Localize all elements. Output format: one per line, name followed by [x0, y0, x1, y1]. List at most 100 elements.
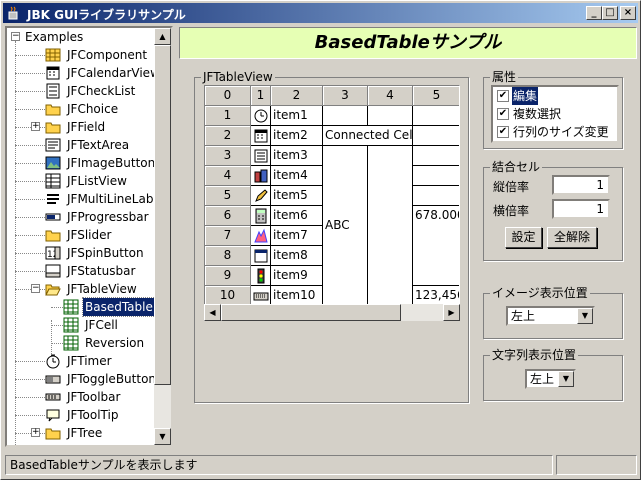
status-bar: BasedTableサンプルを表示します	[5, 455, 553, 475]
table-cell[interactable]	[413, 126, 459, 146]
minimize-button[interactable]: _	[586, 6, 602, 20]
table-cell[interactable]: item4	[271, 166, 323, 186]
table-cell[interactable]: item6	[271, 206, 323, 226]
dropdown-arrow-icon[interactable]: ▼	[577, 308, 593, 324]
table-cell[interactable]: item8	[271, 246, 323, 266]
table-cell[interactable]	[413, 186, 459, 206]
attributes-legend: 属性	[490, 70, 519, 84]
table-cell-icon[interactable]	[251, 166, 271, 186]
close-button[interactable]: ×	[620, 6, 636, 20]
row-header[interactable]: 2	[205, 126, 251, 146]
tree-node-label: JFMultiLineLabel	[67, 192, 155, 206]
pencil-icon	[253, 188, 269, 204]
dropdown-arrow-icon[interactable]: ▼	[558, 371, 574, 387]
checkbox-edit[interactable]: ✔ 編集	[495, 87, 617, 105]
row-header[interactable]: 3	[205, 146, 251, 166]
check-icon[interactable]: ✔	[497, 126, 509, 138]
check-icon[interactable]: ✔	[497, 108, 509, 120]
table-cell[interactable]: item9	[271, 266, 323, 286]
table-cell[interactable]: 123,456	[413, 286, 459, 306]
check-icon[interactable]: ✔	[497, 90, 509, 102]
examples-tree[interactable]: − Examples JFComponent JFCalendarView JFCh…	[7, 28, 155, 445]
table-cell-icon[interactable]	[251, 106, 271, 126]
textarea-icon	[45, 137, 61, 153]
scroll-down-arrow-icon[interactable]: ▼	[154, 428, 171, 445]
table-cell[interactable]	[413, 146, 459, 166]
books-icon	[253, 168, 269, 184]
table-cell[interactable]: item1	[271, 106, 323, 126]
column-header[interactable]: 0	[205, 86, 251, 106]
checkbox-resize[interactable]: ✔ 行列のサイズ変更	[495, 123, 617, 141]
table-cell-icon[interactable]	[251, 286, 271, 306]
table-cell[interactable]: item3	[271, 146, 323, 166]
table-horizontal-scrollbar[interactable]: ◀ ▶	[204, 304, 460, 321]
row-header[interactable]: 8	[205, 246, 251, 266]
row-header[interactable]: 10	[205, 286, 251, 306]
horizontal-ratio-field[interactable]: 1	[552, 199, 610, 219]
text-position-select[interactable]: 左上 ▼	[525, 369, 576, 389]
scroll-left-arrow-icon[interactable]: ◀	[204, 304, 221, 321]
row-header[interactable]: 9	[205, 266, 251, 286]
table-icon	[63, 299, 79, 315]
connected-cell[interactable]: Connected Cell	[323, 126, 413, 146]
image-position-value: 左上	[511, 309, 536, 323]
table-cell[interactable]: item7	[271, 226, 323, 246]
table-cell[interactable]: item2	[271, 126, 323, 146]
vertical-ratio-label: 縦倍率	[493, 180, 530, 194]
table-cell[interactable]: item10	[271, 286, 323, 306]
column-header[interactable]: 5	[413, 86, 459, 106]
based-table[interactable]: 0 1 2 3 4 5 1 item1 2 item2 3 item3 4 item4 5 item5 6 ite…	[204, 85, 460, 317]
tree-node-label: JFTextArea	[67, 138, 130, 152]
image-position-select[interactable]: 左上 ▼	[506, 306, 595, 326]
row-header[interactable]: 1	[205, 106, 251, 126]
app-icon	[253, 248, 269, 264]
status-text: BasedTableサンプルを表示します	[10, 458, 198, 472]
scroll-right-arrow-icon[interactable]: ▶	[443, 304, 460, 321]
collapse-icon[interactable]: −	[31, 284, 40, 293]
column-header[interactable]: 2	[271, 86, 323, 106]
set-button[interactable]: 設定	[505, 227, 542, 248]
scroll-up-arrow-icon[interactable]: ▲	[154, 28, 171, 45]
tree-node-label: JFCheckList	[67, 84, 136, 98]
table-cell-icon[interactable]	[251, 126, 271, 146]
maximize-button[interactable]: □	[602, 6, 618, 20]
expand-icon[interactable]: +	[31, 122, 40, 131]
vertical-ratio-field[interactable]: 1	[552, 175, 610, 195]
row-header[interactable]: 7	[205, 226, 251, 246]
tree-node-label: JFField	[67, 120, 106, 134]
collapse-icon[interactable]: −	[11, 32, 20, 41]
row-header[interactable]: 6	[205, 206, 251, 226]
listview-icon	[45, 173, 61, 189]
column-header[interactable]: 1	[251, 86, 271, 106]
table-cell-icon[interactable]	[251, 266, 271, 286]
attributes-checklist[interactable]: ✔ 編集 ✔ 複数選択 ✔ 行列のサイズ変更	[491, 85, 619, 143]
tree-node-label: JFCalendarView	[67, 66, 155, 80]
row-header[interactable]: 5	[205, 186, 251, 206]
table-cell-icon[interactable]	[251, 226, 271, 246]
table-cell[interactable]	[368, 106, 413, 126]
table-scroll-thumb[interactable]	[221, 304, 401, 321]
table-cell[interactable]: item5	[271, 186, 323, 206]
merged-cell[interactable]	[368, 146, 413, 306]
tree-vertical-scrollbar[interactable]: ▲ ▼	[154, 28, 171, 445]
merged-cell-678[interactable]: 678.000	[413, 206, 459, 286]
scroll-thumb[interactable]	[154, 45, 171, 385]
merged-cell-abc[interactable]: ABC	[323, 146, 368, 306]
column-header[interactable]: 4	[368, 86, 413, 106]
table-cell-icon[interactable]	[251, 206, 271, 226]
title-bar[interactable]: JBK GUIライブラリサンプル _ □ ×	[3, 3, 638, 23]
clear-all-button[interactable]: 全解除	[547, 227, 597, 248]
table-cell[interactable]	[413, 166, 459, 186]
row-header[interactable]: 4	[205, 166, 251, 186]
table-cell-icon[interactable]	[251, 246, 271, 266]
table-cell[interactable]	[413, 106, 459, 126]
table-cell[interactable]	[323, 106, 368, 126]
checkbox-multi-select[interactable]: ✔ 複数選択	[495, 105, 617, 123]
expand-icon[interactable]: +	[31, 428, 40, 437]
table-cell-icon[interactable]	[251, 186, 271, 206]
main-window: JBK GUIライブラリサンプル _ □ × − Examples JFComp…	[0, 0, 641, 480]
text-position-legend: 文字列表示位置	[490, 348, 579, 362]
table-cell-icon[interactable]	[251, 146, 271, 166]
column-header[interactable]: 3	[323, 86, 368, 106]
tree-node-label: BasedTable	[82, 297, 155, 317]
